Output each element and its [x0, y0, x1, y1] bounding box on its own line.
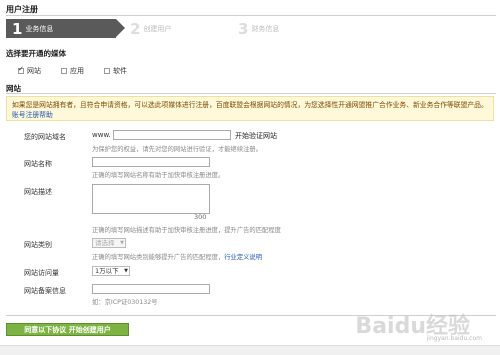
checkbox-icon[interactable]	[104, 68, 110, 74]
icp-input[interactable]	[92, 284, 210, 294]
media-option-website[interactable]: 网站	[18, 65, 41, 76]
category-hint: 正确的填写网站类别能够提升广告的匹配程度，行业定义说明	[92, 252, 262, 261]
media-option-software[interactable]: 软件	[104, 66, 127, 76]
step-label: 财务信息	[251, 24, 280, 33]
step-2: 2 创建用户	[130, 19, 230, 38]
notice-box: 如果您是网站拥有者，且符合申请资格，可以选此项媒体进行注册，百度联盟会根据网站的…	[6, 96, 494, 121]
checkbox-icon[interactable]	[61, 68, 67, 74]
media-options: 网站 应用 软件	[18, 65, 141, 76]
traffic-select[interactable]: 1万以下 ▼	[92, 266, 130, 276]
domain-hint: 为保护您的权益，请先对您的网站进行验证，才能继续注册。	[92, 146, 263, 153]
category-label: 网站类别	[24, 241, 52, 249]
chevron-down-icon: ▼	[124, 268, 128, 274]
traffic-label: 网站访问量	[24, 269, 59, 277]
category-hint-text: 正确的填写网站类别能够提升广告的匹配程度，	[92, 254, 225, 261]
notice-text: 如果您是网站拥有者，且符合申请资格，可以选此项媒体进行注册，百度联盟会根据网站的…	[12, 101, 488, 109]
chevron-down-icon: ▼	[120, 240, 124, 246]
desc-label: 网站描述	[24, 188, 52, 196]
name-input[interactable]	[92, 157, 210, 167]
checkbox-checked-icon[interactable]	[18, 65, 24, 74]
step-progress: 1 业务信息 2 创建用户 3 财务信息	[6, 19, 306, 38]
domain-prefix: www.	[92, 131, 111, 139]
step-label: 业务信息	[25, 24, 54, 33]
media-option-app[interactable]: 应用	[61, 66, 84, 76]
verify-website-button[interactable]: 开始验证网站	[235, 131, 277, 141]
icp-hint: 如：京ICP证030132号	[92, 299, 158, 306]
step-number: 2	[130, 19, 141, 38]
desc-textarea[interactable]	[92, 184, 210, 214]
domain-label: 您的网站域名	[24, 133, 66, 141]
watermark-url: jingyan.baidu.com	[426, 335, 482, 342]
step-number: 3	[238, 19, 249, 38]
media-option-label: 网站	[27, 67, 41, 75]
step-1: 1 业务信息	[6, 19, 125, 38]
media-option-label: 应用	[70, 67, 84, 75]
desc-char-counter: 300	[194, 213, 207, 221]
category-selected: 请选择	[95, 239, 115, 247]
page-title: 用户注册	[6, 5, 38, 14]
section-divider	[6, 93, 496, 94]
name-label: 网站名称	[24, 160, 52, 168]
domain-input[interactable]	[113, 130, 231, 140]
media-heading: 选择要开通的媒体	[6, 49, 66, 58]
desc-hint: 正确的填写网站描述有助于加快审核注册进度，提升广告的匹配程度	[92, 227, 281, 234]
name-hint: 正确的填写网站名称有助于加快审核注册进度。	[92, 172, 225, 179]
step-label: 创建用户	[143, 24, 172, 33]
agree-create-user-button[interactable]: 同意以下协议 开始创建用户	[6, 323, 129, 336]
title-divider	[6, 15, 496, 16]
category-select[interactable]: 请选择 ▼	[92, 238, 126, 248]
icp-label: 网站备案信息	[24, 287, 66, 295]
step-3: 3 财务信息	[238, 19, 338, 38]
media-option-label: 软件	[113, 67, 127, 75]
industry-definition-link[interactable]: 行业定义说明	[224, 254, 262, 261]
step-number: 1	[12, 19, 23, 38]
register-help-link[interactable]: 账号注册帮助	[12, 111, 53, 119]
traffic-selected: 1万以下	[95, 267, 119, 275]
